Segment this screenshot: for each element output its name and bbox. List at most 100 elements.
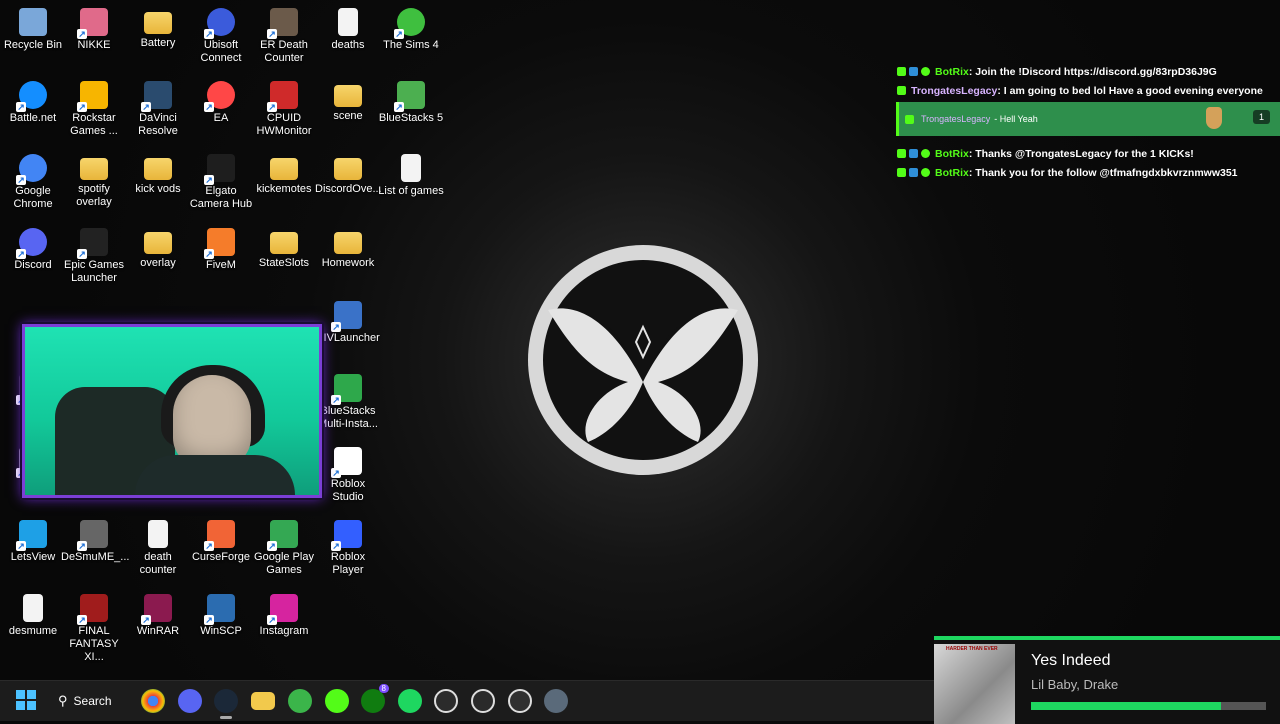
stream-chat: BotRix : Join the !Discord https://disco…: [896, 62, 1280, 182]
instagram-icon: ↗: [267, 594, 298, 625]
desktop-icon[interactable]: ↗ BlueStacks Multi-Insta...: [315, 370, 381, 431]
desktop-icon[interactable]: ↗ Roblox Studio: [315, 443, 381, 504]
desktop-icon[interactable]: Battery: [125, 4, 191, 50]
desktop-icon-label: WinRAR: [136, 625, 180, 637]
desktop-icon[interactable]: ↗ CurseForge: [188, 516, 254, 564]
hwmonitor-icon: ↗: [267, 81, 298, 112]
stream-deck-icon[interactable]: [471, 689, 495, 713]
now-playing-widget: HARDER THAN EVER Yes Indeed Lil Baby, Dr…: [934, 636, 1280, 724]
chat-message: BotRix : Join the !Discord https://disco…: [897, 62, 1280, 81]
desktop-icon[interactable]: ↗ FiveM: [188, 224, 254, 272]
desktop-icon-label: DeSmuME_...: [61, 551, 130, 563]
xbox-icon[interactable]: 8: [361, 684, 389, 713]
verified-badge-icon: [921, 67, 930, 76]
desktop-icon[interactable]: scene: [315, 77, 381, 123]
folder-icon: [270, 158, 298, 180]
desktop-icon[interactable]: ↗ Battle.net: [0, 77, 66, 125]
chat-message: BotRix : Thanks @TrongatesLegacy for the…: [897, 144, 1280, 163]
xivlauncher-icon: ↗: [331, 301, 362, 332]
bluestacks-icon: ↗: [394, 81, 425, 112]
desktop-icon[interactable]: ↗ ER Death Counter: [251, 4, 317, 65]
desktop-icon[interactable]: ↗ WinRAR: [125, 590, 191, 638]
desktop-icon[interactable]: ↗ BlueStacks 5: [378, 77, 444, 125]
er-death-counter-icon: ↗: [267, 8, 298, 39]
settings-icon[interactable]: [544, 689, 568, 713]
desktop-icon-label: CurseForge: [191, 551, 251, 563]
desktop-icon[interactable]: ↗ EA: [188, 77, 254, 125]
discord-icon[interactable]: [178, 689, 202, 713]
shortcut-arrow-icon: ↗: [267, 615, 277, 625]
taskbar-search[interactable]: ⚲ Search: [58, 690, 124, 712]
desktop-icon[interactable]: ↗ DeSmuME_...: [61, 516, 130, 564]
desktop-icon-label: Homework: [321, 257, 375, 269]
desktop-icon[interactable]: spotify overlay: [61, 150, 127, 209]
winscp-icon: ↗: [204, 594, 235, 625]
spotify-icon[interactable]: [398, 689, 422, 713]
folder-icon: [144, 232, 172, 254]
desktop-icon-label: StateSlots: [258, 257, 310, 269]
desktop-icon[interactable]: ↗ Rockstar Games ...: [61, 77, 127, 138]
highlight-text: - Hell Yeah: [994, 114, 1038, 124]
desktop-icon[interactable]: ↗ XIVLauncher: [315, 297, 381, 345]
desktop-icon-label: FINAL FANTASY XI...: [69, 625, 119, 663]
desktop-icon[interactable]: overlay: [125, 224, 191, 270]
desktop-icon[interactable]: ↗ The Sims 4: [378, 4, 444, 52]
desktop-icon[interactable]: desmume: [0, 590, 66, 638]
kick-count-badge: 1: [1252, 110, 1270, 124]
desktop-icon[interactable]: ↗ DaVinci Resolve: [125, 77, 191, 138]
chrome-icon: ↗: [16, 154, 47, 185]
desktop-icon[interactable]: death counter: [125, 516, 191, 577]
desktop-icon[interactable]: ↗ Epic Games Launcher: [61, 224, 127, 285]
desktop-icon-label: The Sims 4: [383, 39, 439, 51]
album-art-text: HARDER THAN EVER: [946, 646, 998, 652]
kick-badge-icon: [897, 67, 906, 76]
desktop-icon[interactable]: ↗ LetsView: [0, 516, 66, 564]
highlighted-message: TrongatesLegacy - Hell Yeah 1: [896, 102, 1280, 136]
kick-icon[interactable]: [325, 689, 349, 713]
epic-icon: ↗: [77, 228, 108, 259]
file-explorer-icon[interactable]: [251, 692, 275, 710]
desktop-icon[interactable]: ↗ WinSCP: [188, 590, 254, 638]
chat-username: BotRix: [935, 65, 969, 78]
desktop-icon-label: CPUID HWMonitor: [256, 112, 312, 137]
desktop-icon[interactable]: kickemotes: [251, 150, 317, 196]
steam-icon[interactable]: [214, 689, 238, 713]
windows-start-icon[interactable]: [15, 689, 39, 713]
desktop-icon[interactable]: ↗ Elgato Camera Hub: [188, 150, 254, 211]
desktop-icon-label: Rockstar Games ...: [70, 112, 118, 137]
desktop-icon[interactable]: ↗ NIKKE: [61, 4, 127, 52]
verified-badge-icon: [921, 168, 930, 177]
shortcut-arrow-icon: ↗: [204, 541, 214, 551]
desktop-icon-label: BlueStacks Multi-Insta...: [318, 405, 378, 430]
streamer-body: [135, 455, 295, 495]
desktop-icon[interactable]: StateSlots: [251, 224, 317, 270]
desktop-icon[interactable]: ↗ Ubisoft Connect: [188, 4, 254, 65]
desktop-icon[interactable]: ↗ Roblox Player: [315, 516, 381, 577]
streamer-face: [173, 375, 251, 467]
desktop-icon[interactable]: ↗ Instagram: [251, 590, 317, 638]
desktop-icon[interactable]: ↗ FINAL FANTASY XI...: [61, 590, 127, 664]
obs-icon[interactable]: [508, 689, 532, 713]
desktop-icon[interactable]: ↗ Google Play Games: [251, 516, 317, 577]
chrome-icon[interactable]: [141, 689, 165, 713]
desktop-icon[interactable]: ↗ Discord: [0, 224, 66, 272]
bluestacks-multi-icon: ↗: [331, 374, 362, 405]
desktop-icon[interactable]: DiscordOve...: [315, 150, 382, 196]
desktop-icon[interactable]: kick vods: [125, 150, 191, 196]
desktop-icon[interactable]: Homework: [315, 224, 381, 270]
desktop-icon[interactable]: ↗ CPUID HWMonitor: [251, 77, 317, 138]
desktop-icon-label: Ubisoft Connect: [200, 39, 242, 64]
desktop-icon-label: Roblox Studio: [330, 478, 366, 503]
desktop-icon[interactable]: List of games: [378, 150, 444, 198]
elgato-icon[interactable]: [434, 689, 458, 713]
shortcut-arrow-icon: ↗: [77, 29, 87, 39]
desktop-icon-label: Battle.net: [9, 112, 57, 124]
desktop-icon-label: ER Death Counter: [260, 39, 308, 64]
desktop-icon[interactable]: deaths: [315, 4, 381, 52]
desktop-icon-label: Google Chrome: [13, 185, 53, 210]
xbox-app-icon[interactable]: [288, 689, 312, 713]
desktop-icon[interactable]: ↗ Google Chrome: [0, 150, 66, 211]
desktop-icon[interactable]: Recycle Bin: [0, 4, 66, 52]
curseforge-icon: ↗: [204, 520, 235, 551]
davinci-icon: ↗: [141, 81, 172, 112]
